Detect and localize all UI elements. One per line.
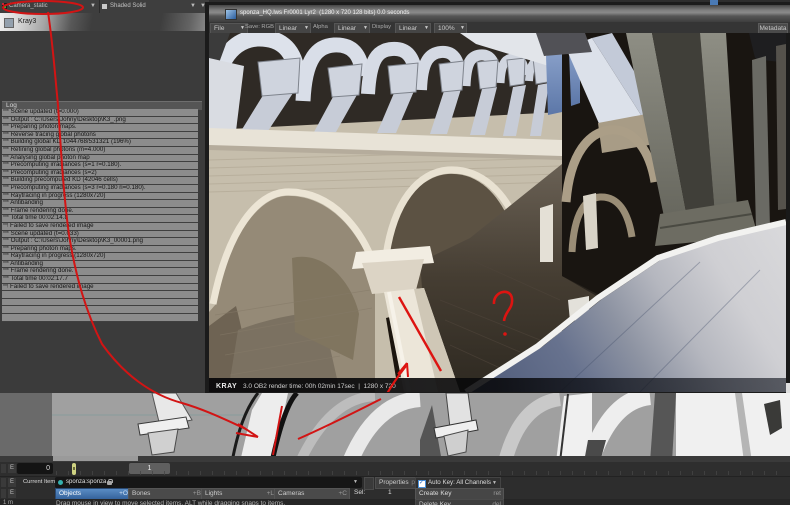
svg-text:3.0 OB2 render time: 00h 02min: 3.0 OB2 render time: 00h 02min 17sec | 1… <box>243 383 396 390</box>
svg-text:KRAY: KRAY <box>216 383 237 390</box>
